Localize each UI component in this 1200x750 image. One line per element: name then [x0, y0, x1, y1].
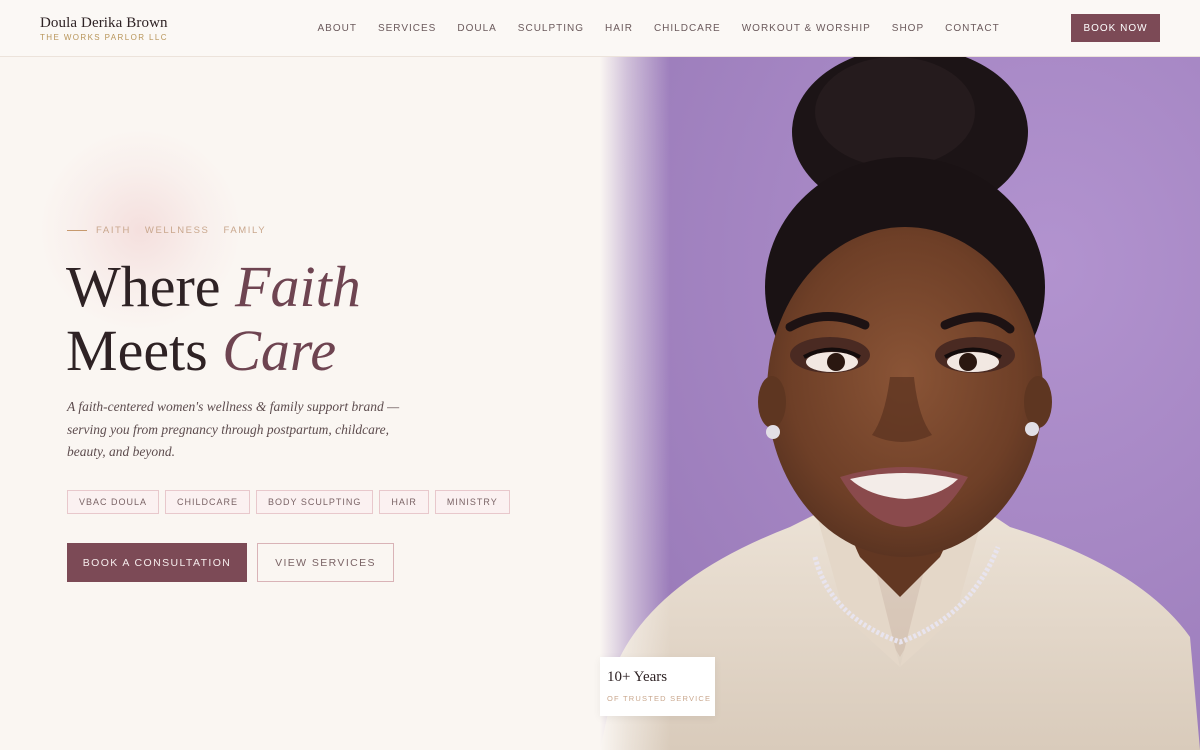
nav-item-childcare[interactable]: CHILDCARE — [654, 22, 721, 36]
photo-edge-fade — [600, 57, 670, 750]
view-services-button[interactable]: VIEW SERVICES — [257, 543, 394, 582]
nav-item-about[interactable]: ABOUT — [318, 22, 357, 36]
headline-faith: Faith — [235, 254, 361, 319]
nav-item-sculpting[interactable]: SCULPTING — [518, 22, 584, 36]
site-header: Doula Derika Brown THE WORKS PARLOR LLC … — [0, 0, 1200, 57]
nav-item-hair[interactable]: HAIR — [605, 22, 633, 36]
nav-item-doula[interactable]: DOULA — [457, 22, 496, 36]
nav-item-workout-worship[interactable]: WORKOUT & WORSHIP — [742, 22, 871, 36]
tag-body-sculpting[interactable]: BODY SCULPTING — [256, 490, 374, 514]
nav-item-contact[interactable]: CONTACT — [945, 22, 1000, 36]
main-nav: ABOUT SERVICES DOULA SCULPTING HAIR CHIL… — [307, 22, 1010, 36]
headline-meets: Meets — [66, 318, 223, 383]
stat-card: 10+ Years OF TRUSTED SERVICE — [600, 657, 715, 716]
portrait-illustration — [600, 57, 1200, 750]
hero-eyebrow: FAITH WELLNESS FAMILY — [67, 225, 280, 236]
brand-subtitle: THE WORKS PARLOR LLC — [40, 33, 168, 42]
tag-childcare[interactable]: CHILDCARE — [165, 490, 251, 514]
headline-care: Care — [222, 318, 337, 383]
eyebrow-item-wellness: WELLNESS — [144, 225, 210, 236]
brand-name: Doula Derika Brown — [40, 15, 168, 31]
eyebrow-item-faith: FAITH — [96, 225, 131, 236]
stat-value: 10+ Years — [607, 669, 668, 685]
nav-item-services[interactable]: SERVICES — [378, 22, 436, 36]
hero-headline: Where Faith Meets Care — [66, 255, 361, 383]
headline-where: Where — [66, 254, 236, 319]
nav-item-shop[interactable]: SHOP — [892, 22, 924, 36]
tag-vbac-doula[interactable]: VBAC DOULA — [67, 490, 160, 514]
hero-description: A faith-centered women's wellness & fami… — [67, 399, 400, 459]
tag-ministry[interactable]: MINISTRY — [434, 490, 510, 514]
brand-logo[interactable]: Doula Derika Brown THE WORKS PARLOR LLC — [40, 14, 168, 44]
eyebrow-divider — [67, 230, 87, 231]
portrait-photo — [600, 57, 1200, 750]
book-now-button[interactable]: BOOK NOW — [1071, 14, 1160, 42]
service-tags: VBAC DOULA CHILDCARE BODY SCULPTING HAIR… — [67, 490, 516, 514]
book-consultation-button[interactable]: BOOK A CONSULTATION — [67, 543, 247, 582]
stat-label: OF TRUSTED SERVICE — [607, 694, 712, 703]
eyebrow-item-family: FAMILY — [223, 225, 267, 236]
tag-hair[interactable]: HAIR — [379, 490, 429, 514]
